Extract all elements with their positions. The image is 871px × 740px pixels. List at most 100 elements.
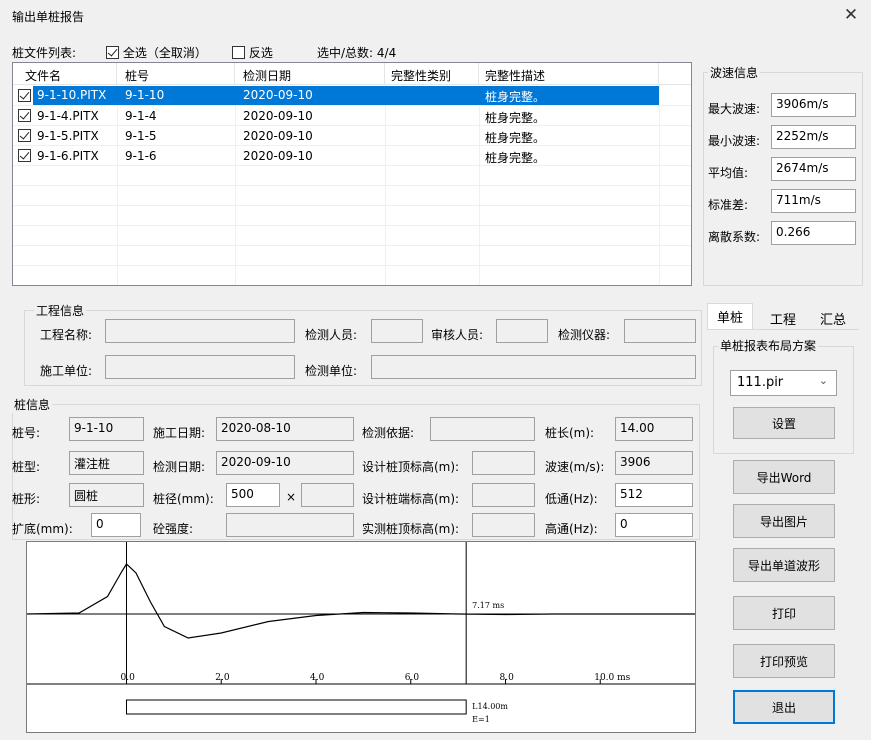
row-check-icon[interactable] — [18, 129, 31, 142]
tab-project[interactable]: 工程 — [760, 306, 806, 330]
x-tick-label: 2.0 — [215, 673, 230, 683]
test-date-label: 检测日期: — [153, 460, 206, 474]
lowpass-field[interactable]: 512 — [615, 483, 693, 507]
tab-summary[interactable]: 汇总 — [810, 306, 856, 330]
waveform-series — [26, 563, 695, 639]
highpass-label: 高通(Hz): — [545, 522, 598, 536]
lowpass-label: 低通(Hz): — [545, 492, 598, 506]
test-unit-field[interactable] — [371, 355, 696, 379]
wave-info-title: 波速信息 — [708, 64, 761, 81]
col-header-desc[interactable]: 完整性描述 — [479, 63, 659, 85]
project-title: 工程信息 — [34, 302, 87, 319]
col-header-date[interactable]: 检测日期 — [235, 63, 385, 85]
avg-speed-label: 平均值: — [708, 166, 749, 180]
pile-type-label: 桩型: — [12, 460, 41, 474]
design-end-field[interactable] — [472, 483, 535, 507]
std-label: 标准差: — [708, 198, 749, 212]
avg-speed-field[interactable]: 2674m/s — [771, 157, 856, 181]
close-icon[interactable]: ✕ — [841, 5, 861, 25]
row-check-icon[interactable] — [18, 149, 31, 162]
basis-field[interactable] — [430, 417, 535, 441]
file-list-label: 桩文件列表: — [12, 46, 77, 60]
diameter-x: × — [286, 490, 297, 504]
invert-check-icon[interactable] — [232, 46, 245, 59]
waveform-svg: 7.17 ms 0.0 2.0 4.0 6.0 8.0 10.0 ms L14.00m E… — [26, 542, 695, 724]
build-date-field[interactable]: 2020-08-10 — [216, 417, 354, 441]
table-row[interactable]: 9-1-4.PITX 9-1-4 2020-09-10 桩身完整。 — [13, 107, 691, 126]
chevron-down-icon: ⌄ — [818, 374, 828, 387]
col-header-file[interactable]: 文件名 — [13, 63, 117, 85]
tab-single[interactable]: 单桩 — [707, 303, 753, 330]
design-end-label: 设计桩端标高(m): — [362, 492, 460, 506]
file-list-header: 文件名 桩号 检测日期 完整性类别 完整性描述 — [13, 63, 691, 85]
layout-plan-select[interactable]: 111.pir ⌄ — [730, 370, 837, 396]
concrete-field[interactable] — [226, 513, 354, 537]
length-field[interactable]: 14.00 — [615, 417, 693, 441]
diameter-field[interactable]: 500 — [226, 483, 280, 507]
cv-label: 离散系数: — [708, 230, 761, 244]
invert-checkbox[interactable]: 反选 — [232, 44, 273, 61]
col-header-category[interactable]: 完整性类别 — [385, 63, 479, 85]
row-desc: 桩身完整。 — [485, 111, 546, 125]
layout-plan-title: 单桩报表布局方案 — [718, 337, 819, 354]
row-check-icon[interactable] — [18, 89, 31, 102]
basis-label: 检测依据: — [362, 426, 415, 440]
pile-length-label: L14.00m — [472, 702, 508, 711]
row-date: 2020-09-10 — [243, 129, 313, 143]
test-date-field[interactable]: 2020-09-10 — [216, 451, 354, 475]
select-all-checkbox[interactable]: 全选（全取消） — [106, 44, 207, 61]
x-tick-label: 10.0 ms — [594, 673, 630, 683]
concrete-label: 砼强度: — [153, 522, 194, 536]
export-image-button[interactable]: 导出图片 — [733, 504, 835, 538]
diameter-label: 桩径(mm): — [153, 492, 214, 506]
row-date: 2020-09-10 — [243, 109, 313, 123]
select-all-check-icon[interactable] — [106, 46, 119, 59]
builder-field[interactable] — [105, 355, 295, 379]
design-top-label: 设计桩顶标高(m): — [362, 460, 460, 474]
pile-shape-label: 桩形: — [12, 492, 41, 506]
diameter-field-2[interactable] — [301, 483, 354, 507]
export-word-button[interactable]: 导出Word — [733, 460, 835, 494]
pile-outline — [125, 699, 467, 715]
pile-shape-field[interactable]: 圆桩 — [69, 483, 144, 507]
pile-no-label: 桩号: — [12, 426, 41, 440]
reviewer-field[interactable] — [496, 319, 548, 343]
exit-button[interactable]: 退出 — [733, 690, 835, 724]
settings-button[interactable]: 设置 — [733, 407, 835, 439]
design-top-field[interactable] — [472, 451, 535, 475]
actual-top-field[interactable] — [472, 513, 535, 537]
min-speed-field[interactable]: 2252m/s — [771, 125, 856, 149]
build-date-label: 施工日期: — [153, 426, 206, 440]
pile-no-field[interactable]: 9-1-10 — [69, 417, 144, 441]
row-desc: 桩身完整。 — [485, 131, 546, 145]
length-label: 桩长(m): — [545, 426, 595, 440]
std-field[interactable]: 711m/s — [771, 189, 856, 213]
max-speed-field[interactable]: 3906m/s — [771, 93, 856, 117]
print-button[interactable]: 打印 — [733, 596, 835, 630]
col-header-pile[interactable]: 桩号 — [117, 63, 235, 85]
highpass-field[interactable]: 0 — [615, 513, 693, 537]
actual-top-label: 实测桩顶标高(m): — [362, 522, 460, 536]
table-row[interactable]: 9-1-5.PITX 9-1-5 2020-09-10 桩身完整。 — [13, 127, 691, 146]
table-row[interactable]: 9-1-10.PITX 9-1-10 2020-09-10 桩身完整。 — [13, 86, 691, 105]
speed-label: 波速(m/s): — [545, 460, 605, 474]
inspector-field[interactable] — [371, 319, 423, 343]
inspector-label: 检测人员: — [305, 328, 358, 342]
flare-label: 扩底(mm): — [12, 522, 73, 536]
max-speed-label: 最大波速: — [708, 102, 761, 116]
table-row[interactable]: 9-1-6.PITX 9-1-6 2020-09-10 桩身完整。 — [13, 147, 691, 166]
instrument-field[interactable] — [624, 319, 696, 343]
pile-type-field[interactable]: 灌注桩 — [69, 451, 144, 475]
row-check-icon[interactable] — [18, 109, 31, 122]
invert-label: 反选 — [248, 46, 273, 60]
print-preview-button[interactable]: 打印预览 — [733, 644, 835, 678]
x-tick-label: 0.0 — [120, 673, 135, 683]
speed-field[interactable]: 3906 — [615, 451, 693, 475]
cv-field[interactable]: 0.266 — [771, 221, 856, 245]
flare-field[interactable]: 0 — [91, 513, 141, 537]
export-wave-button[interactable]: 导出单道波形 — [733, 548, 835, 582]
file-list[interactable]: 文件名 桩号 检测日期 完整性类别 完整性描述 9-1-10.PITX 9-1-… — [12, 62, 692, 286]
row-pile: 9-1-5 — [125, 129, 157, 143]
pile-e-label: E=1 — [472, 715, 490, 724]
project-name-field[interactable] — [105, 319, 295, 343]
